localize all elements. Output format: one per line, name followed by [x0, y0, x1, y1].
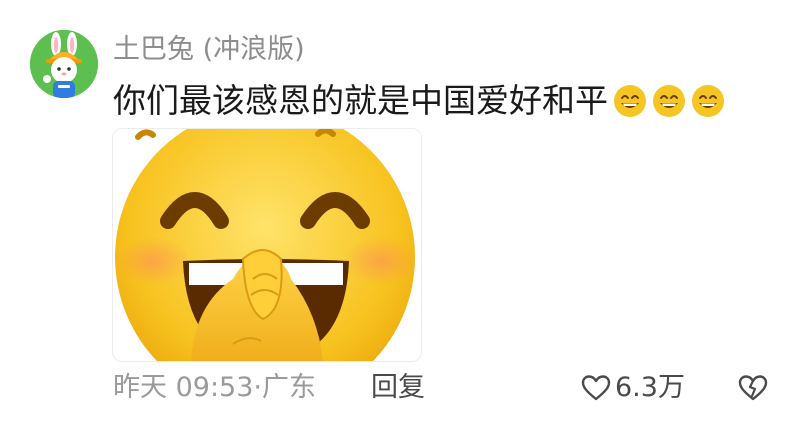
broken-heart-icon	[738, 375, 768, 401]
like-count: 6.3万	[615, 372, 685, 403]
comment-body: 你们最该感恩的就是中国爱好和平	[113, 78, 726, 124]
grinning-face-icon	[614, 85, 646, 117]
like-button[interactable]: 6.3万	[581, 366, 685, 410]
grinning-face-icon	[692, 85, 724, 117]
sticker-image[interactable]	[112, 128, 422, 362]
comment-meta: 昨天 09:53·广东 回复 6.3万	[113, 366, 773, 410]
comment-text: 你们最该感恩的就是中国爱好和平	[113, 81, 608, 120]
dislike-button[interactable]	[738, 372, 768, 416]
shy-laughing-emoji-sticker	[113, 129, 421, 361]
emoji-group	[612, 83, 726, 119]
timestamp-location: 昨天 09:53·广东	[113, 372, 316, 403]
username[interactable]: 土巴兔 (冲浪版)	[113, 30, 305, 70]
heart-outline-icon	[581, 375, 611, 401]
reply-button[interactable]: 回复	[371, 366, 425, 410]
avatar[interactable]	[30, 30, 98, 98]
rabbit-mascot-icon	[30, 30, 98, 98]
grinning-face-icon	[653, 85, 685, 117]
comment-item: 土巴兔 (冲浪版) 你们最该感恩的就是中国爱好和平 昨天 09:53·广东 回复…	[0, 0, 800, 427]
